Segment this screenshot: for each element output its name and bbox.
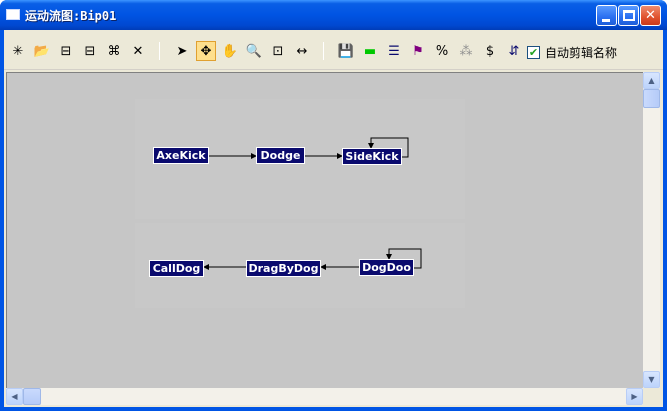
transition-links [135, 99, 465, 308]
new-motion-flow-icon: ✳ [12, 43, 24, 59]
client-area: ✳ 📂 ⊟ ⊟ ⌘ ✕ ➤ ✥ ✋ 🔍 ⊡ ↔ 💾 ▬ ☰ ⚑ % ⁂ $ ⇵ … [4, 30, 663, 407]
connect-nodes-icon: ⌘ [107, 43, 121, 59]
fit-width-button[interactable]: ↔ [292, 41, 312, 61]
move-button[interactable]: ✥ [196, 41, 216, 61]
add-transition-button[interactable]: ⊟ [80, 41, 100, 61]
select-random-button[interactable]: ⚑ [408, 41, 428, 61]
select-arrow-icon: ➤ [176, 43, 188, 59]
horizontal-scrollbar[interactable]: ◀ ▶ [6, 388, 643, 405]
green-marker-button[interactable]: ▬ [360, 41, 380, 61]
toolbar-separator [159, 42, 160, 60]
close-icon: ✕ [645, 8, 656, 23]
maximize-button[interactable] [618, 5, 639, 26]
select-button[interactable]: ➤ [172, 41, 192, 61]
toolbar-separator [323, 42, 324, 60]
arrow-left-icon: ◀ [11, 392, 18, 401]
flow-node-dodge[interactable]: Dodge [256, 147, 305, 164]
flow-node-dogdoo[interactable]: DogDoo [359, 259, 414, 276]
fit-width-icon: ↔ [296, 43, 308, 59]
optimize-icon: ⇵ [508, 43, 520, 59]
zoom-region-button[interactable]: ⊡ [268, 41, 288, 61]
minimize-button[interactable] [596, 5, 617, 26]
motion-flow-canvas[interactable]: AxeKick Dodge SideKick CallDog DragByDog… [6, 72, 643, 388]
move-icon: ✥ [200, 43, 212, 59]
arrow-right-icon: ▶ [631, 392, 638, 401]
script-properties-button[interactable]: ☰ [384, 41, 404, 61]
pan-button[interactable]: ✋ [220, 41, 240, 61]
add-transition-icon: ⊟ [84, 43, 96, 59]
minimize-icon [602, 19, 610, 22]
size-grip[interactable] [643, 388, 660, 405]
auto-clip-names-label: 自动剪辑名称 [545, 46, 618, 60]
save-file-button[interactable]: 💾 [336, 41, 356, 61]
green-marker-icon: ▬ [363, 43, 377, 59]
dollar-icon: $ [485, 43, 495, 59]
delete-button[interactable]: ✕ [128, 41, 148, 61]
toolbar: ✳ 📂 ⊟ ⊟ ⌘ ✕ ➤ ✥ ✋ 🔍 ⊡ ↔ 💾 ▬ ☰ ⚑ % ⁂ $ ⇵ … [4, 30, 663, 70]
window-icon [6, 9, 20, 20]
scroll-left-button[interactable]: ◀ [6, 388, 23, 405]
arrow-down-icon: ▼ [648, 375, 655, 384]
connect-nodes-button[interactable]: ⌘ [104, 41, 124, 61]
flow-node-calldog[interactable]: CallDog [149, 260, 204, 277]
scroll-right-button[interactable]: ▶ [626, 388, 643, 405]
title-bar[interactable]: 运动流图:Bip01 ✕ [0, 0, 667, 30]
window-title: 运动流图:Bip01 [25, 9, 117, 23]
select-random-icon: ⚑ [412, 43, 424, 59]
close-button[interactable]: ✕ [640, 5, 661, 26]
percent-icon: % [435, 43, 449, 59]
insert-node-icon: ⊟ [60, 43, 72, 59]
motion-flow-window: 运动流图:Bip01 ✕ ✳ 📂 ⊟ ⊟ ⌘ ✕ ➤ ✥ ✋ 🔍 ⊡ ↔ 💾 ▬… [0, 0, 667, 411]
zoom-button[interactable]: 🔍 [244, 41, 264, 61]
flow-node-axekick[interactable]: AxeKick [153, 147, 209, 164]
vertical-scrollbar[interactable]: ▲ ▼ [643, 72, 660, 388]
random-links-button[interactable]: ⁂ [456, 41, 476, 61]
insert-node-button[interactable]: ⊟ [56, 41, 76, 61]
save-file-icon: 💾 [337, 43, 355, 59]
dollar-button[interactable]: $ [480, 41, 500, 61]
delete-icon: ✕ [132, 43, 144, 59]
auto-clip-names-checkbox[interactable]: ✔ [527, 46, 540, 59]
open-file-button[interactable]: 📂 [32, 41, 52, 61]
optimize-button[interactable]: ⇵ [504, 41, 524, 61]
horizontal-scroll-thumb[interactable] [23, 388, 41, 405]
auto-clip-names-option[interactable]: ✔ 自动剪辑名称 [527, 44, 617, 61]
zoom-region-icon: ⊡ [272, 43, 284, 59]
random-links-icon: ⁂ [459, 43, 473, 59]
percent-button[interactable]: % [432, 41, 452, 61]
zoom-icon: 🔍 [245, 43, 263, 59]
vertical-scroll-thumb[interactable] [643, 89, 660, 108]
open-file-icon: 📂 [33, 43, 51, 59]
arrow-up-icon: ▲ [648, 76, 655, 85]
pan-hand-icon: ✋ [221, 43, 239, 59]
new-motion-flow-button[interactable]: ✳ [8, 41, 28, 61]
script-properties-icon: ☰ [388, 43, 400, 59]
maximize-icon [623, 10, 635, 21]
flow-node-sidekick[interactable]: SideKick [342, 148, 402, 165]
flow-node-dragbydog[interactable]: DragByDog [246, 260, 321, 277]
scroll-up-button[interactable]: ▲ [643, 72, 660, 89]
scroll-down-button[interactable]: ▼ [643, 371, 660, 388]
